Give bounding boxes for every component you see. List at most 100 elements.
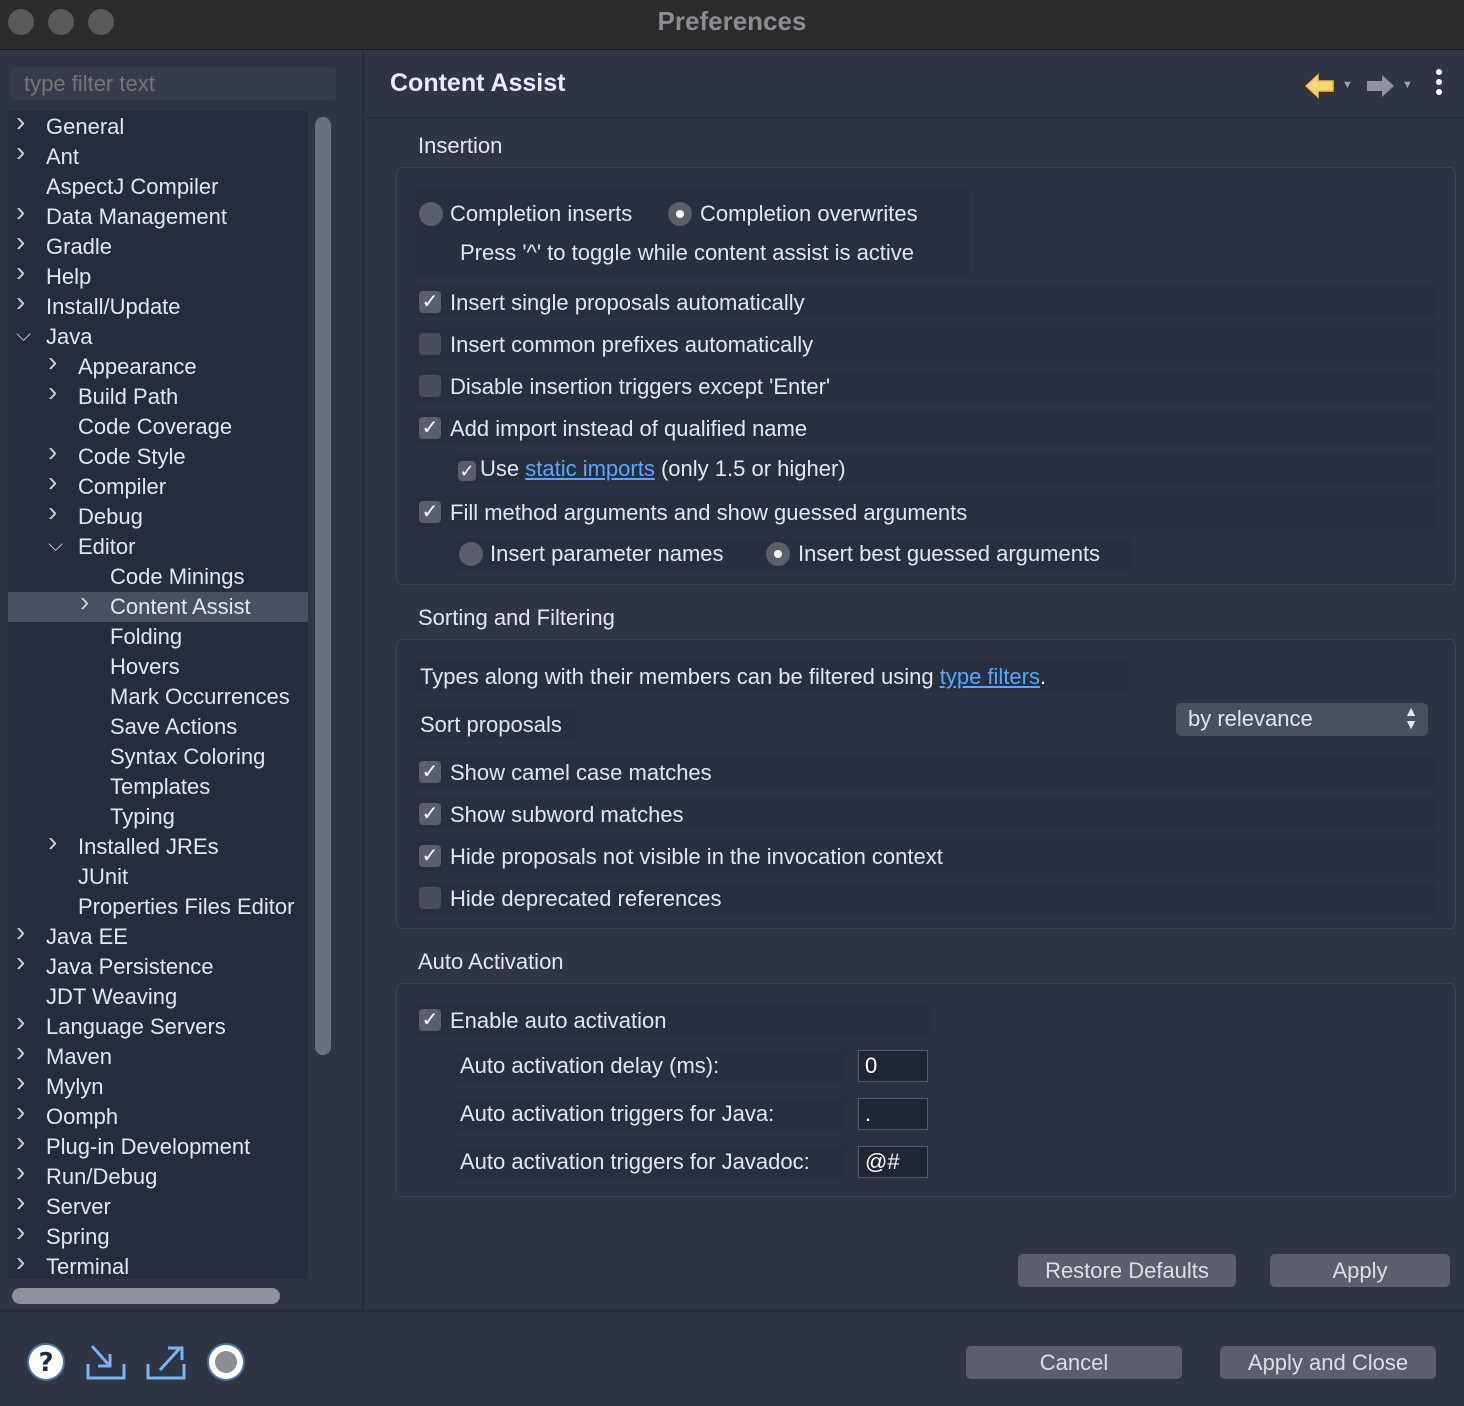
back-history-dropdown-icon[interactable]: ▼: [1342, 79, 1353, 91]
tree-item[interactable]: › Gradle: [8, 226, 308, 262]
javadoc-triggers-input[interactable]: @#: [858, 1146, 928, 1178]
sort-proposals-select[interactable]: by relevance ▲ ▼: [1176, 703, 1428, 736]
tree-item[interactable]: › Plug-in Development: [8, 1126, 308, 1162]
forward-history-dropdown-icon[interactable]: ▼: [1402, 79, 1413, 91]
chevron-right-icon[interactable]: ›: [16, 226, 30, 258]
tree-item[interactable]: › Build Path: [8, 376, 308, 412]
tree-item[interactable]: › General: [8, 111, 308, 142]
chevron-right-icon[interactable]: ›: [16, 1126, 30, 1158]
chevron-right-icon[interactable]: ›: [16, 1006, 30, 1038]
chevron-right-icon[interactable]: ›: [48, 466, 62, 498]
chevron-right-icon[interactable]: ›: [16, 256, 30, 288]
restore-defaults-button[interactable]: Restore Defaults: [1018, 1254, 1236, 1287]
insert-single-checkbox[interactable]: ✓: [419, 291, 441, 313]
tree-item[interactable]: › Spring: [8, 1216, 308, 1252]
type-filters-link[interactable]: type filters: [940, 664, 1040, 689]
preferences-tree[interactable]: › General › Ant AspectJ Compiler › Data Manage…: [8, 111, 308, 1279]
tree-item[interactable]: › Oomph: [8, 1096, 308, 1132]
tree-item[interactable]: › Server: [8, 1186, 308, 1222]
chevron-down-icon[interactable]: ⌵: [16, 324, 31, 347]
tree-item[interactable]: › Maven: [8, 1036, 308, 1072]
tree-item[interactable]: › Debug: [8, 496, 308, 532]
tree-item[interactable]: ⌵ Editor: [8, 532, 308, 562]
tree-item[interactable]: Save Actions: [8, 712, 308, 742]
tree-item[interactable]: › Content Assist: [8, 586, 308, 622]
completion-overwrites-radio[interactable]: [668, 202, 692, 226]
insert-param-names-radio[interactable]: [459, 542, 483, 566]
filter-input[interactable]: [10, 67, 336, 100]
chevron-right-icon[interactable]: ›: [16, 136, 30, 168]
chevron-right-icon[interactable]: ›: [16, 946, 30, 978]
chevron-right-icon[interactable]: ›: [48, 496, 62, 528]
tree-item[interactable]: › Installed JREs: [8, 826, 308, 862]
chevron-right-icon[interactable]: ›: [16, 1186, 30, 1218]
hide-not-visible-checkbox[interactable]: ✓: [419, 845, 441, 867]
apply-button[interactable]: Apply: [1270, 1254, 1450, 1287]
chevron-right-icon[interactable]: ›: [48, 436, 62, 468]
tree-horizontal-scrollbar[interactable]: [12, 1288, 280, 1304]
title-bar: Preferences: [0, 0, 1464, 50]
chevron-right-icon[interactable]: ›: [16, 1246, 30, 1278]
tree-item[interactable]: Templates: [8, 772, 308, 802]
tree-item[interactable]: › Run/Debug: [8, 1156, 308, 1192]
disable-triggers-checkbox[interactable]: [419, 375, 441, 397]
tree-item[interactable]: JDT Weaving: [8, 982, 308, 1012]
chevron-down-icon[interactable]: ⌵: [48, 534, 63, 557]
chevron-right-icon[interactable]: ›: [16, 1096, 30, 1128]
import-icon[interactable]: [84, 1342, 128, 1382]
chevron-right-icon[interactable]: ›: [16, 916, 30, 948]
tree-vertical-scrollbar[interactable]: [315, 117, 331, 1055]
tree-item[interactable]: › Install/Update: [8, 286, 308, 322]
chevron-right-icon[interactable]: ›: [16, 1216, 30, 1248]
java-triggers-input[interactable]: .: [858, 1098, 928, 1130]
subword-checkbox[interactable]: ✓: [419, 803, 441, 825]
tree-item[interactable]: Code Minings: [8, 562, 308, 592]
cancel-button[interactable]: Cancel: [966, 1346, 1182, 1379]
add-import-checkbox[interactable]: ✓: [419, 417, 441, 439]
kebab-menu-icon[interactable]: [1434, 69, 1444, 101]
tree-item[interactable]: › Data Management: [8, 196, 308, 232]
completion-inserts-radio[interactable]: [419, 202, 443, 226]
chevron-right-icon[interactable]: ›: [16, 1036, 30, 1068]
enable-auto-activation-checkbox[interactable]: ✓: [419, 1009, 441, 1031]
chevron-right-icon[interactable]: ›: [16, 1066, 30, 1098]
tree-item[interactable]: Folding: [8, 622, 308, 652]
hide-deprecated-checkbox[interactable]: [419, 887, 441, 909]
apply-and-close-button[interactable]: Apply and Close: [1220, 1346, 1436, 1379]
chevron-right-icon[interactable]: ›: [48, 826, 62, 858]
chevron-right-icon[interactable]: ›: [16, 286, 30, 318]
tree-item[interactable]: › Help: [8, 256, 308, 292]
tree-item[interactable]: › Language Servers: [8, 1006, 308, 1042]
chevron-right-icon[interactable]: ›: [48, 376, 62, 408]
tree-item[interactable]: Mark Occurrences: [8, 682, 308, 712]
help-icon[interactable]: ?: [26, 1342, 66, 1382]
insert-best-guessed-radio[interactable]: [766, 542, 790, 566]
static-imports-link[interactable]: static imports: [525, 456, 655, 481]
insert-best-guessed-label: Insert best guessed arguments: [798, 541, 1101, 566]
chevron-right-icon[interactable]: ›: [16, 1156, 30, 1188]
export-icon[interactable]: [144, 1342, 188, 1382]
chevron-right-icon[interactable]: ›: [16, 196, 30, 228]
chevron-right-icon[interactable]: ›: [48, 346, 62, 378]
record-icon[interactable]: [206, 1342, 246, 1382]
add-import-label: Add import instead of qualified name: [450, 416, 808, 441]
tree-item[interactable]: JUnit: [8, 862, 308, 892]
use-static-imports-checkbox[interactable]: ✓: [458, 461, 476, 481]
tree-item[interactable]: › Mylyn: [8, 1066, 308, 1102]
tree-item[interactable]: › Java Persistence: [8, 946, 308, 982]
fill-method-checkbox[interactable]: ✓: [419, 501, 441, 523]
tree-item[interactable]: › Terminal: [8, 1246, 308, 1279]
tree-item[interactable]: AspectJ Compiler: [8, 172, 308, 202]
tree-item[interactable]: Syntax Coloring: [8, 742, 308, 772]
tree-item[interactable]: Hovers: [8, 652, 308, 682]
tree-item[interactable]: › Ant: [8, 136, 308, 172]
chevron-right-icon[interactable]: ›: [80, 586, 94, 618]
back-arrow-icon[interactable]: [1304, 73, 1336, 99]
tree-item[interactable]: Properties Files Editor: [8, 892, 308, 922]
forward-arrow-icon[interactable]: [1364, 73, 1396, 99]
tree-item[interactable]: › Java EE: [8, 916, 308, 952]
delay-input[interactable]: 0: [858, 1050, 928, 1082]
camel-case-checkbox[interactable]: ✓: [419, 761, 441, 783]
insert-common-checkbox[interactable]: [419, 333, 441, 355]
chevron-right-icon[interactable]: ›: [16, 111, 30, 138]
